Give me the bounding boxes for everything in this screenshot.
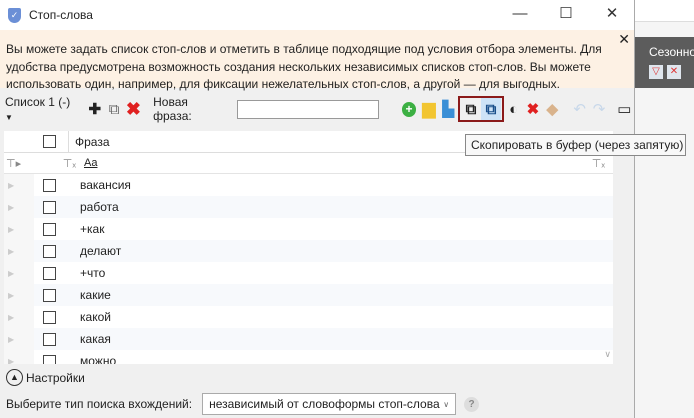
table-row[interactable]: ▶ какая xyxy=(4,328,613,350)
banner-text: Вы можете задать список стоп-слов и отме… xyxy=(6,42,602,91)
filter-row: ⊤▸ ⊤ₓ Aa ⊤ₓ xyxy=(4,153,613,174)
search-type-label: Выберите тип поиска вхождений: xyxy=(6,397,193,411)
clear-filter-icon[interactable]: ✕ xyxy=(667,65,681,79)
window-title: Стоп-слова xyxy=(29,8,93,22)
row-checkbox[interactable] xyxy=(43,310,56,324)
phrase-filter-clear-icon[interactable]: ⊤ₓ xyxy=(592,157,613,170)
background-app: Сезонность ▽ ✕ xyxy=(635,0,694,418)
new-phrase-input[interactable] xyxy=(237,99,380,119)
table-row[interactable]: ▶ +как xyxy=(4,218,613,240)
row-indicator-icon: ▶ xyxy=(4,218,34,240)
row-indicator-icon: ▶ xyxy=(4,262,34,284)
phrase-cell: делают xyxy=(80,244,122,258)
stop-words-dialog: ✓ Стоп-слова — ☐ ✕ Вы можете задать спис… xyxy=(0,0,635,418)
list-tree-icon[interactable]: ⧉ xyxy=(104,98,123,120)
delete-checked-icon[interactable]: ✖ xyxy=(523,98,542,120)
table-row[interactable]: ▶ +что xyxy=(4,262,613,284)
settings-label: Настройки xyxy=(26,370,85,385)
search-type-select[interactable]: независимый от словоформы стоп-слова ∨ xyxy=(202,393,457,415)
filter-icon[interactable]: ▽ xyxy=(649,65,663,79)
eraser-icon[interactable]: ◆ xyxy=(543,98,562,120)
copy-icon[interactable]: ⧉ xyxy=(461,98,481,120)
row-checkbox[interactable] xyxy=(43,178,56,192)
row-indicator-icon: ▶ xyxy=(4,174,34,196)
window-mode-icon[interactable]: ▭ xyxy=(615,98,634,120)
select-all-checkbox[interactable] xyxy=(43,135,56,148)
tooltip: Скопировать в буфер (через запятую) xyxy=(465,134,686,156)
help-icon[interactable]: ? xyxy=(464,396,480,412)
new-phrase-label: Новая фраза: xyxy=(153,95,192,123)
row-checkbox[interactable] xyxy=(43,200,56,214)
row-indicator-icon: ▶ xyxy=(4,284,34,306)
close-button[interactable]: ✕ xyxy=(589,0,635,30)
list-select[interactable]: Список 1 (-) ▼ xyxy=(5,95,79,123)
row-checkbox[interactable] xyxy=(43,244,56,258)
maximize-button[interactable]: ☐ xyxy=(543,0,589,30)
banner-close-icon[interactable]: ✕ xyxy=(618,31,630,49)
add-list-icon[interactable]: ✚ xyxy=(85,98,104,120)
row-checkbox[interactable] xyxy=(43,354,56,364)
phrase-cell: +как xyxy=(80,222,105,236)
invert-icon[interactable]: ◐ xyxy=(504,98,523,120)
table-row[interactable]: ▶ можно xyxy=(4,350,613,364)
column-header-phrase[interactable]: Фраза xyxy=(68,131,116,152)
scroll-down-icon[interactable]: ∨ xyxy=(604,349,611,360)
delete-list-icon[interactable]: ✖ xyxy=(124,98,143,120)
undo-icon[interactable]: ↶ xyxy=(570,98,589,120)
phrase-table: Фраза ⊤▸ ⊤ₓ Aa ⊤ₓ ▶ вакансия ▶ работа ▶ +как ▶… xyxy=(4,131,613,364)
table-body: ▶ вакансия ▶ работа ▶ +как ▶ делают ▶ +что ▶ какие ▶… xyxy=(4,174,613,364)
toolbar: Список 1 (-) ▼ ✚ ⧉ ✖ Новая фраза: + ▆ ▙ … xyxy=(0,93,634,125)
copy-comma-icon[interactable]: ⧉ xyxy=(480,98,501,120)
phrase-cell: какая xyxy=(80,332,111,346)
row-indicator-icon: ▶ xyxy=(4,328,34,350)
row-indicator-icon: ▶ xyxy=(4,350,34,364)
settings-toggle[interactable]: ▲ Настройки xyxy=(6,369,85,386)
row-checkbox[interactable] xyxy=(43,222,56,236)
filter-menu-icon[interactable]: ⊤▸ xyxy=(4,157,34,170)
row-indicator-icon: ▶ xyxy=(4,196,34,218)
table-row[interactable]: ▶ какой xyxy=(4,306,613,328)
chevron-up-icon: ▲ xyxy=(6,369,23,386)
table-row[interactable]: ▶ вакансия xyxy=(4,174,613,196)
background-toolbar xyxy=(635,0,694,22)
table-row[interactable]: ▶ работа xyxy=(4,196,613,218)
redo-icon[interactable]: ↷ xyxy=(589,98,608,120)
chevron-down-icon: ∨ xyxy=(443,399,450,409)
row-checkbox[interactable] xyxy=(43,332,56,346)
phrase-cell: +что xyxy=(80,266,106,280)
copy-buttons-highlight: ⧉ ⧉ xyxy=(457,96,504,122)
row-checkbox[interactable] xyxy=(43,266,56,280)
info-banner: Вы можете задать список стоп-слов и отме… xyxy=(0,30,634,91)
column-title: Сезонность xyxy=(649,45,694,59)
table-row[interactable]: ▶ какие xyxy=(4,284,613,306)
open-folder-icon[interactable]: ▆ xyxy=(419,98,438,120)
phrase-cell: работа xyxy=(80,200,119,214)
phrase-cell: какие xyxy=(80,288,111,302)
checkbox-filter-clear-icon[interactable]: ⊤ₓ xyxy=(34,157,80,170)
background-column-header: Сезонность ▽ ✕ xyxy=(635,37,694,88)
row-checkbox[interactable] xyxy=(43,288,56,302)
row-indicator-icon: ▶ xyxy=(4,306,34,328)
list-select-value: Список 1 (-) xyxy=(5,95,71,109)
phrase-filter-input[interactable]: Aa xyxy=(80,157,592,169)
search-type-value: независимый от словоформы стоп-слова xyxy=(209,397,440,411)
save-icon[interactable]: ▙ xyxy=(439,98,458,120)
add-phrase-icon[interactable]: + xyxy=(401,101,417,117)
app-shield-icon: ✓ xyxy=(8,7,21,23)
phrase-cell: вакансия xyxy=(80,178,131,192)
row-indicator-icon: ▶ xyxy=(4,240,34,262)
phrase-cell: какой xyxy=(80,310,111,324)
minimize-button[interactable]: — xyxy=(497,0,543,30)
search-type-row: Выберите тип поиска вхождений: независим… xyxy=(6,393,480,415)
phrase-cell: можно xyxy=(80,354,117,364)
table-row[interactable]: ▶ делают xyxy=(4,240,613,262)
